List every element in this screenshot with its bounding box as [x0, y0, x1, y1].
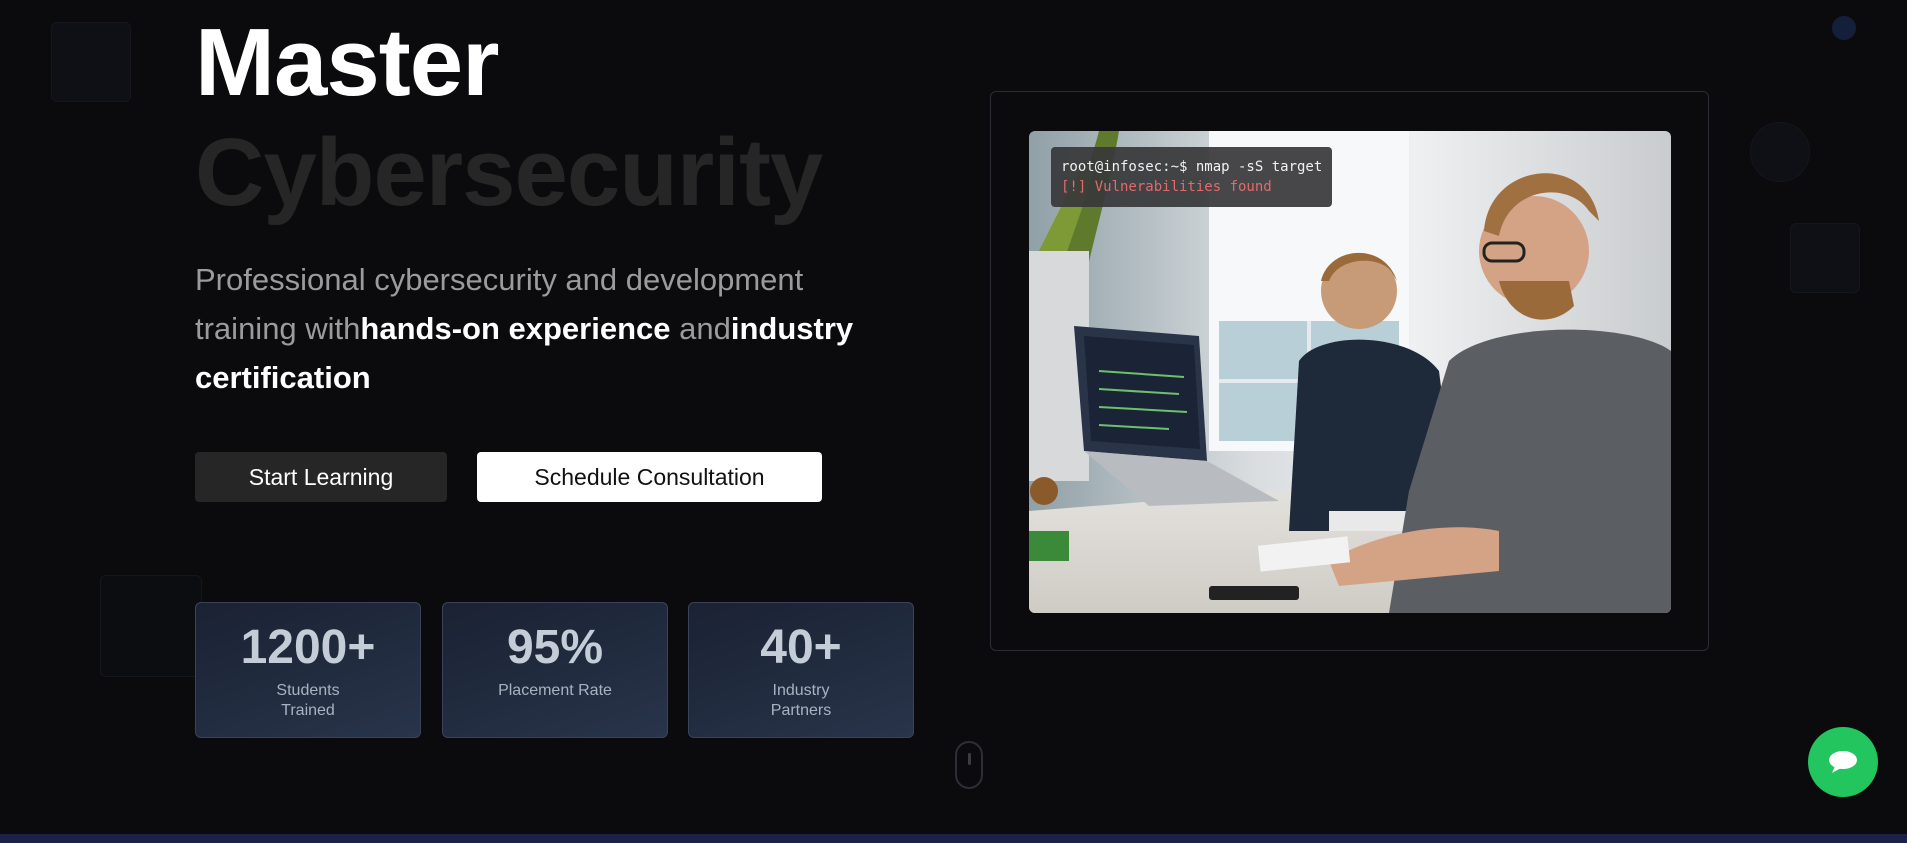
chat-bubble-icon — [1829, 751, 1857, 773]
stat-value: 95% — [506, 621, 604, 674]
schedule-consultation-button[interactable]: Schedule Consultation — [477, 452, 822, 502]
lead-connector: and — [670, 311, 731, 346]
stat-value: 1200+ — [240, 621, 376, 674]
decorative-square — [1790, 223, 1860, 293]
decorative-circle — [1750, 122, 1810, 182]
terminal-overlay: root@infosec:~$ nmap -sS target [!] Vuln… — [1051, 147, 1333, 207]
stat-label: Students Trained — [276, 682, 340, 719]
hero-description: Professional cybersecurity and developme… — [195, 255, 895, 402]
mouse-scroll-icon[interactable] — [955, 741, 983, 789]
hero-media-frame: root@infosec:~$ nmap -sS target [!] Vuln… — [990, 91, 1709, 651]
stat-value: 40+ — [760, 621, 842, 674]
start-learning-button[interactable]: Start Learning — [195, 452, 447, 502]
chat-button[interactable] — [1808, 727, 1878, 797]
stat-label: Placement Rate — [498, 682, 612, 699]
terminal-output: [!] Vulnerabilities found — [1061, 179, 1272, 195]
stat-card-partners: 40+ Industry Partners — [688, 602, 914, 738]
scroll-wheel-dot — [968, 753, 971, 765]
hero-title: Master — [195, 9, 499, 116]
office-photo: root@infosec:~$ nmap -sS target [!] Vuln… — [1029, 131, 1671, 613]
stat-card-placement: 95% Placement Rate — [442, 602, 668, 738]
decorative-square — [51, 22, 131, 102]
stat-card-students: 1200+ Students Trained — [195, 602, 421, 738]
hero-title-accent: Cybersecurity — [195, 119, 823, 226]
bottom-bar — [0, 834, 1907, 843]
terminal-command: root@infosec:~$ nmap -sS target — [1061, 159, 1323, 175]
stat-label: Industry Partners — [770, 682, 832, 719]
decorative-dot — [1832, 16, 1856, 40]
lead-highlight-hands-on: hands-on experience — [360, 311, 671, 346]
decorative-square — [100, 575, 202, 677]
